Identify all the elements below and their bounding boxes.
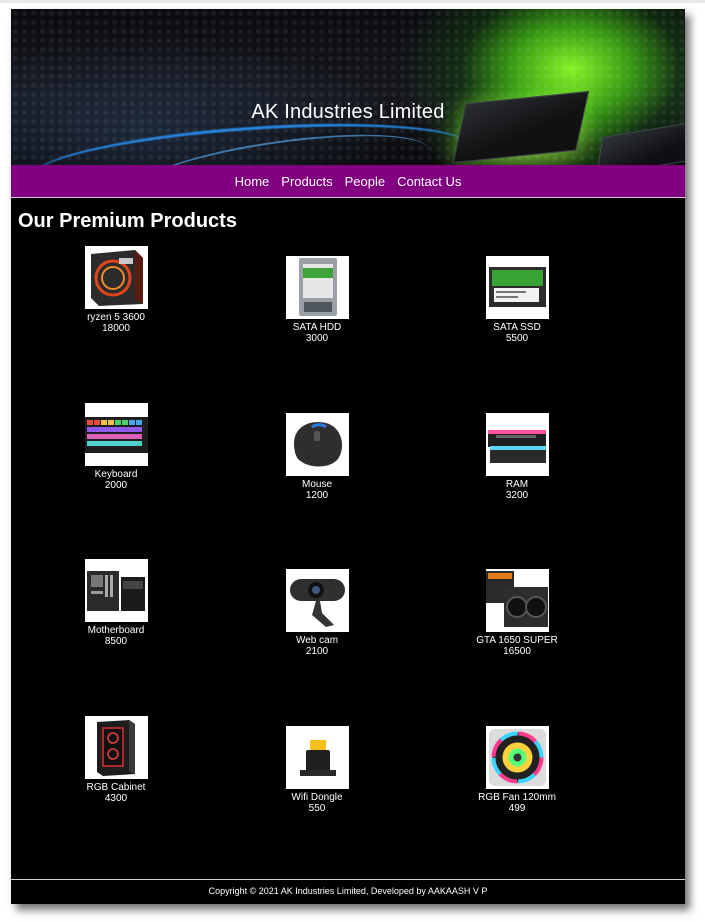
product-name: Mouse: [301, 479, 332, 490]
product-price: 18000: [102, 323, 130, 334]
product-name: RAM: [505, 479, 529, 490]
cpu-box-icon: [84, 246, 148, 309]
product-price: 3000: [305, 333, 329, 344]
footer: Copyright © 2021 AK Industries Limited, …: [11, 879, 685, 904]
nav-people-link[interactable]: People: [339, 165, 391, 198]
top-divider: [0, 0, 705, 3]
page-heading: Our Premium Products: [18, 210, 237, 232]
product-name: RGB Fan 120mm: [478, 792, 556, 803]
product-price: 5500: [505, 333, 529, 344]
webcam-icon: [285, 569, 349, 632]
product-price: 1200: [305, 490, 329, 501]
graphics-card-icon: [485, 569, 549, 632]
mouse-icon: [285, 413, 349, 476]
product-price: 2100: [305, 646, 329, 657]
product-price: 499: [508, 803, 526, 814]
product-name: GTA 1650 SUPER: [476, 635, 558, 646]
wifi-dongle-icon: [285, 726, 349, 789]
keyboard-icon: [84, 403, 148, 466]
motherboard-icon: [84, 559, 148, 622]
header-banner: AK Industries Limited: [11, 9, 685, 165]
product-name: Web cam: [295, 635, 339, 646]
product-card[interactable]: ryzen 5 3600 18000: [56, 246, 176, 334]
hard-drive-icon: [285, 256, 349, 319]
product-price: 2000: [104, 480, 128, 491]
product-card[interactable]: RGB Fan 120mm 499: [457, 726, 577, 814]
product-name: Wifi Dongle: [291, 792, 343, 803]
product-price: 16500: [503, 646, 531, 657]
ssd-icon: [485, 256, 549, 319]
product-name: ryzen 5 3600: [87, 312, 145, 323]
product-card[interactable]: Web cam 2100: [257, 569, 377, 657]
product-price: 4300: [104, 793, 128, 804]
product-price: 8500: [104, 636, 128, 647]
product-card[interactable]: Wifi Dongle 550: [257, 726, 377, 814]
product-card[interactable]: Keyboard 2000: [56, 403, 176, 491]
site-title: AK Industries Limited: [251, 101, 445, 123]
product-name: Motherboard: [87, 625, 145, 636]
product-name: SATA SSD: [493, 322, 541, 333]
product-card[interactable]: Motherboard 8500: [56, 559, 176, 647]
product-card[interactable]: Mouse 1200: [257, 413, 377, 501]
ram-icon: [485, 413, 549, 476]
product-price: 3200: [505, 490, 529, 501]
pc-cabinet-icon: [84, 716, 148, 779]
product-price: 550: [308, 803, 326, 814]
footer-copyright: Copyright © 2021 AK Industries Limited, …: [208, 886, 488, 896]
product-card[interactable]: RGB Cabinet 4300: [56, 716, 176, 804]
page-container: AK Industries Limited Home Products Peop…: [11, 9, 685, 904]
nav-products-link[interactable]: Products: [275, 165, 338, 198]
product-name: Keyboard: [94, 469, 138, 480]
product-card[interactable]: SATA SSD 5500: [457, 256, 577, 344]
nav-home-link[interactable]: Home: [229, 165, 276, 198]
product-card[interactable]: GTA 1650 SUPER 16500: [457, 569, 577, 657]
product-name: SATA HDD: [292, 322, 342, 333]
product-name: RGB Cabinet: [86, 782, 146, 793]
rgb-fan-icon: [485, 726, 549, 789]
main-nav: Home Products People Contact Us: [11, 165, 685, 198]
product-card[interactable]: SATA HDD 3000: [257, 256, 377, 344]
nav-contact-us-link[interactable]: Contact Us: [391, 165, 467, 198]
product-card[interactable]: RAM 3200: [457, 413, 577, 501]
